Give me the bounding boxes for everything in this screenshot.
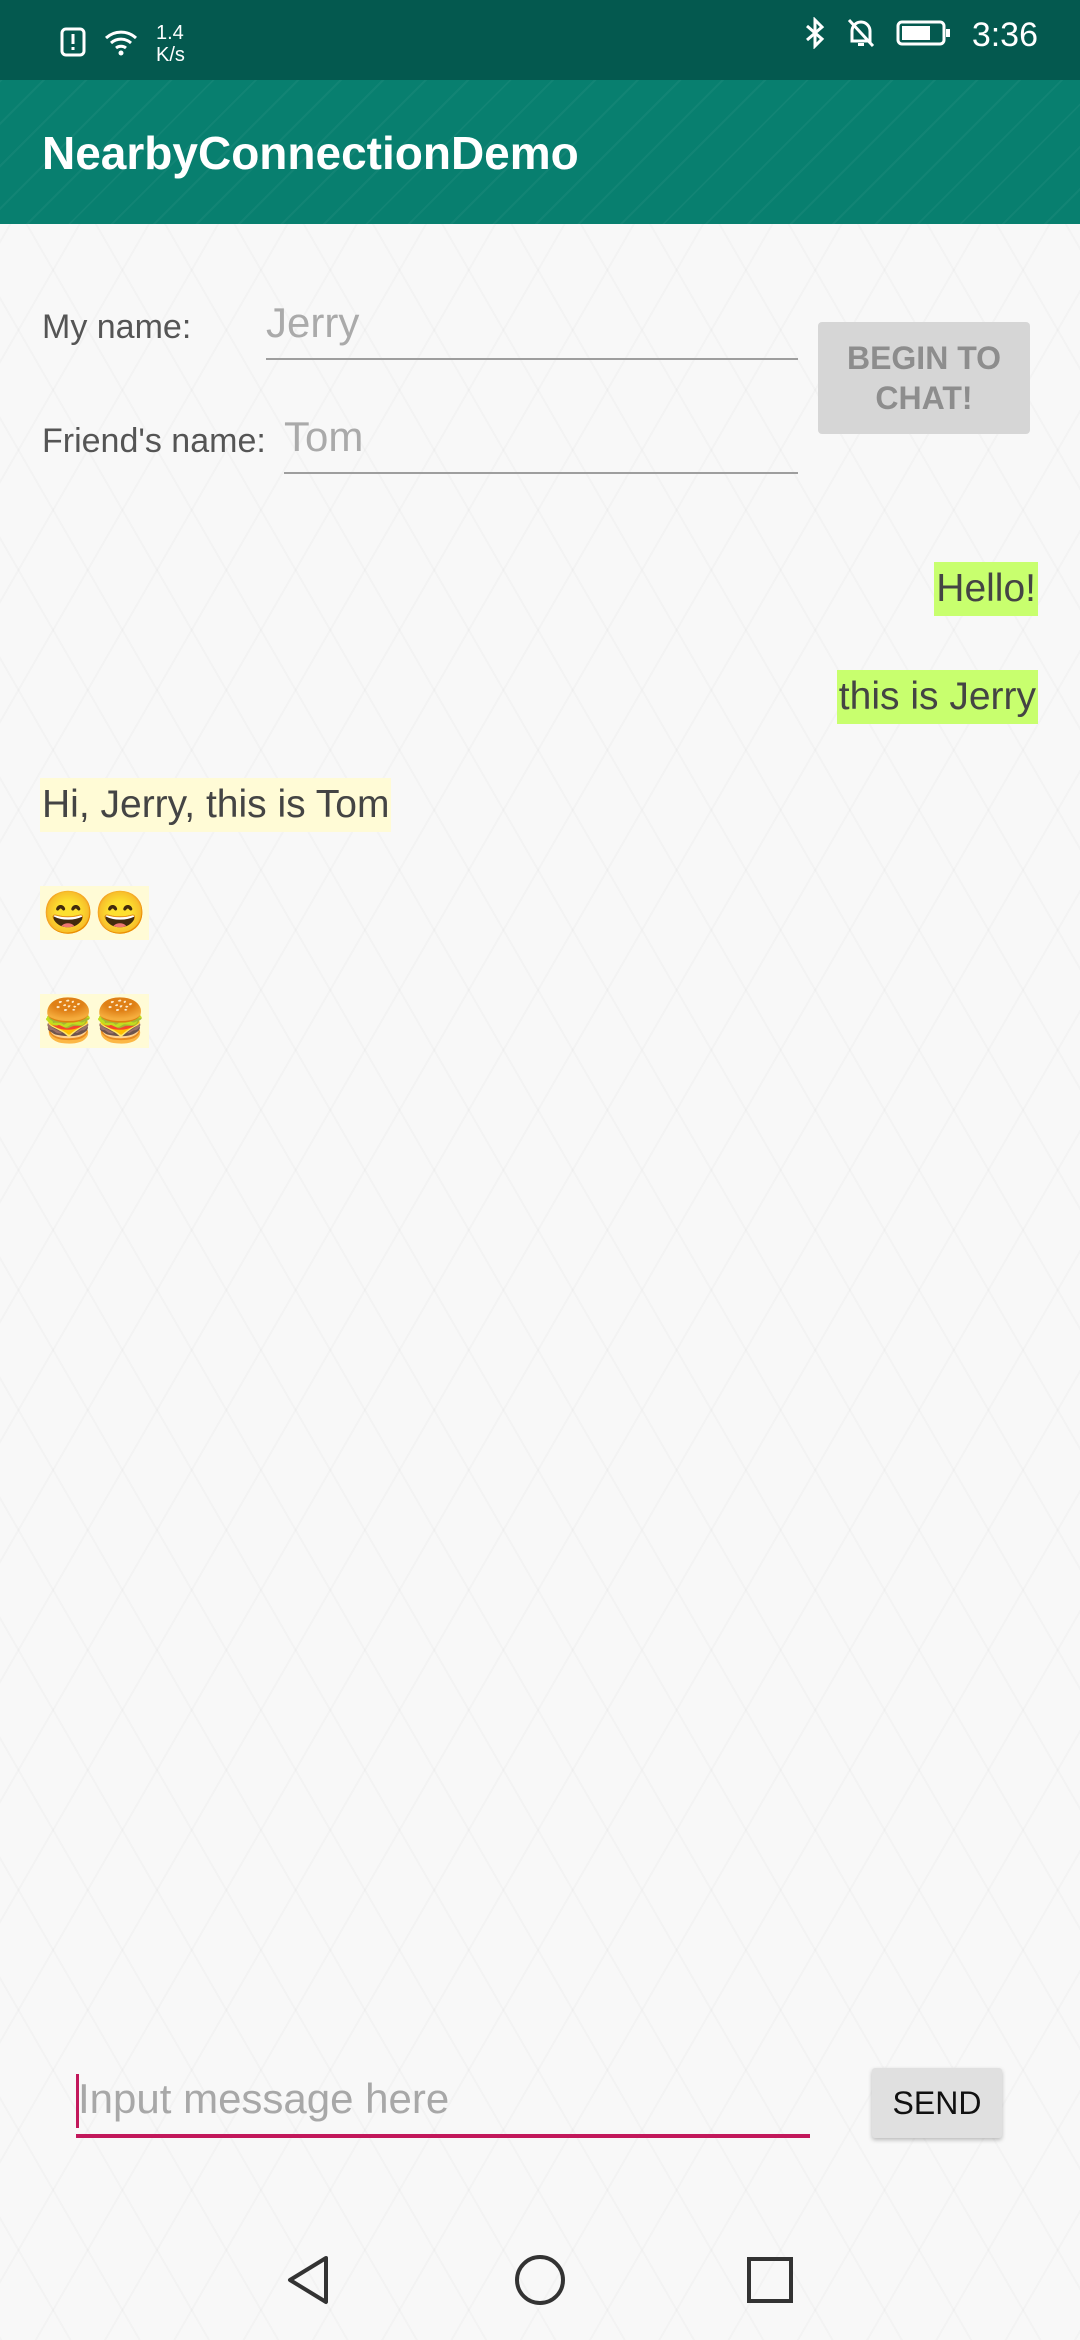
send-button[interactable]: SEND (872, 2068, 1002, 2138)
recents-icon[interactable] (740, 2250, 800, 2310)
bell-off-icon (846, 17, 876, 54)
message-input[interactable] (76, 2068, 810, 2138)
text-cursor (76, 2074, 79, 2128)
message-received: 😄😄 (40, 886, 149, 940)
network-speed-unit: K/s (156, 44, 185, 66)
bluetooth-icon (804, 16, 826, 54)
battery-icon (896, 19, 952, 52)
wifi-icon (104, 28, 138, 61)
back-icon[interactable] (280, 2250, 340, 2310)
message-received: Hi, Jerry, this is Tom (40, 778, 392, 832)
app-title: NearbyConnectionDemo (42, 127, 579, 179)
message-sent: this is Jerry (836, 670, 1038, 724)
message-sent: Hello! (934, 562, 1038, 616)
network-speed-value: 1.4 (156, 22, 184, 44)
friend-name-label: Friend's name: (42, 422, 266, 460)
begin-button-line1: BEGIN TO (846, 340, 1002, 376)
alert-icon (60, 27, 86, 62)
clock: 3:36 (971, 16, 1038, 54)
home-icon[interactable] (510, 2250, 570, 2310)
friend-name-field[interactable] (284, 406, 798, 474)
my-name-field[interactable] (266, 292, 798, 360)
status-bar: 1.4 K/s 3:36 (0, 0, 1080, 80)
network-speed: 1.4 K/s (156, 22, 185, 66)
app-bar: NearbyConnectionDemo (0, 80, 1080, 224)
begin-button-line2: CHAT! (875, 380, 973, 416)
my-name-label: My name: (42, 308, 192, 346)
message-received: 🍔🍔 (40, 994, 149, 1048)
navigation-bar (0, 2200, 1080, 2340)
begin-to-chat-button[interactable]: BEGIN TO CHAT! (818, 322, 1030, 434)
